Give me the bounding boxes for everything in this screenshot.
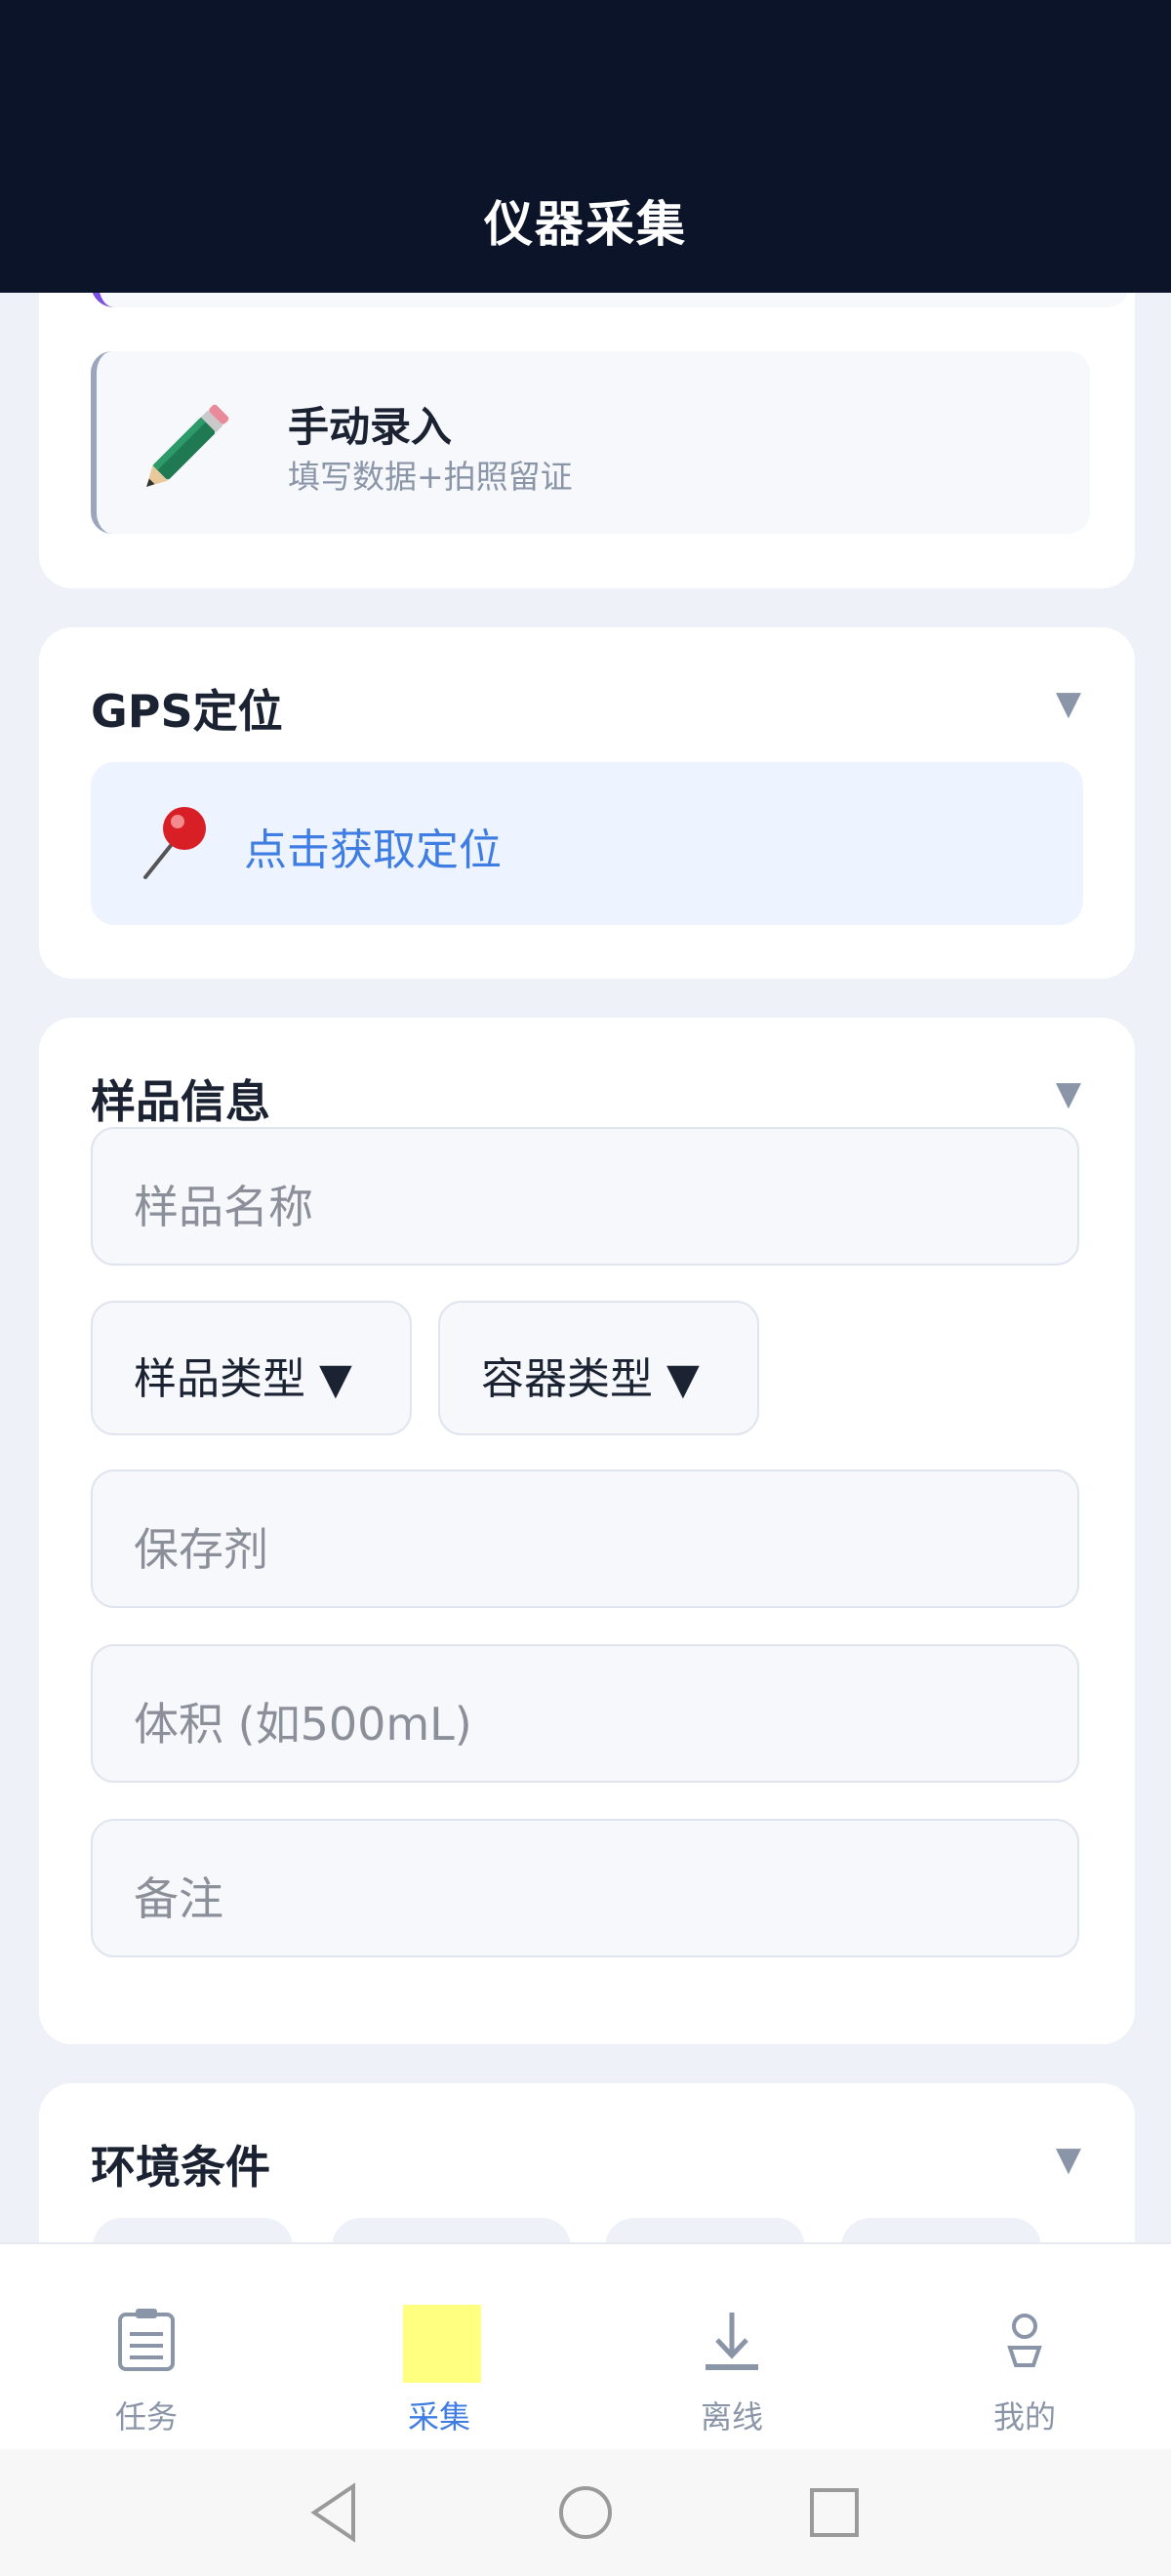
- sample-name-field[interactable]: 样品名称: [91, 1127, 1079, 1266]
- volume-placeholder: 体积 (如500mL): [134, 1698, 472, 1751]
- system-navigation-bar: [0, 2449, 1171, 2576]
- environment-title: 环境条件: [91, 2141, 270, 2194]
- recents-icon[interactable]: [800, 2478, 868, 2547]
- collect-icon: [403, 2305, 481, 2383]
- sample-type-label: 样品类型 ▼: [134, 1354, 352, 1404]
- sample-name-placeholder: 样品名称: [134, 1181, 313, 1233]
- notes-field[interactable]: 备注: [91, 1819, 1079, 1957]
- app-header: 仪器采集: [0, 0, 1171, 293]
- home-icon[interactable]: [551, 2478, 620, 2547]
- tab-collect[interactable]: 采集: [293, 2244, 586, 2451]
- tab-tasks-label: 任务: [114, 2398, 178, 2435]
- volume-field[interactable]: 体积 (如500mL): [91, 1644, 1079, 1783]
- collapse-caret-icon[interactable]: ▼: [1056, 2140, 1081, 2179]
- manual-entry-label: 手动录入: [288, 403, 453, 451]
- env-option-pill[interactable]: [841, 2218, 1041, 2244]
- sample-info-card: 样品信息 ▼ 样品名称 样品类型 ▼ 容器类型 ▼ 保存剂 体积 (如500mL…: [39, 1018, 1135, 2044]
- get-location-button[interactable]: 点击获取定位: [91, 762, 1083, 925]
- env-option-pill[interactable]: [332, 2218, 571, 2244]
- tab-offline-label: 离线: [700, 2398, 763, 2435]
- tab-tasks[interactable]: 任务: [0, 2244, 293, 2451]
- environment-card: 环境条件 ▼: [39, 2083, 1135, 2244]
- pin-icon: [143, 807, 206, 879]
- task-list-icon: [118, 2309, 175, 2371]
- user-icon: [1007, 2314, 1042, 2367]
- back-icon[interactable]: [303, 2478, 371, 2547]
- preservative-placeholder: 保存剂: [134, 1523, 268, 1576]
- tab-collect-label: 采集: [407, 2398, 470, 2435]
- sample-info-title: 样品信息: [91, 1075, 270, 1128]
- pencil-icon: [146, 404, 229, 487]
- env-option-pill[interactable]: [93, 2218, 293, 2244]
- tab-profile[interactable]: 我的: [878, 2244, 1171, 2451]
- tab-profile-label: 我的: [992, 2398, 1056, 2435]
- get-location-label: 点击获取定位: [244, 825, 502, 875]
- page-title: 仪器采集: [484, 196, 687, 253]
- container-type-select[interactable]: 容器类型 ▼: [438, 1301, 759, 1435]
- env-option-pill[interactable]: [605, 2218, 805, 2244]
- preservative-field[interactable]: 保存剂: [91, 1469, 1079, 1608]
- collapse-caret-icon[interactable]: ▼: [1056, 1074, 1081, 1113]
- gps-title: GPS定位: [91, 685, 283, 738]
- gps-card: GPS定位 ▼ 点击获取定位: [39, 627, 1135, 979]
- scroll-content[interactable]: 手动录入 填写数据+拍照留证 GPS定位 ▼ 点击获取定位 样品信息 ▼ 样品名…: [0, 0, 1171, 2244]
- manual-entry-option[interactable]: 手动录入 填写数据+拍照留证: [91, 351, 1090, 534]
- bottom-tab-bar: 任务 采集 离线 我的: [0, 2242, 1171, 2451]
- notes-placeholder: 备注: [134, 1872, 223, 1925]
- collapse-caret-icon[interactable]: ▼: [1056, 684, 1081, 723]
- manual-entry-desc: 填写数据+拍照留证: [288, 458, 573, 496]
- tab-offline[interactable]: 离线: [586, 2244, 878, 2451]
- container-type-label: 容器类型 ▼: [481, 1354, 700, 1404]
- download-icon: [706, 2313, 758, 2370]
- sample-type-select[interactable]: 样品类型 ▼: [91, 1301, 412, 1435]
